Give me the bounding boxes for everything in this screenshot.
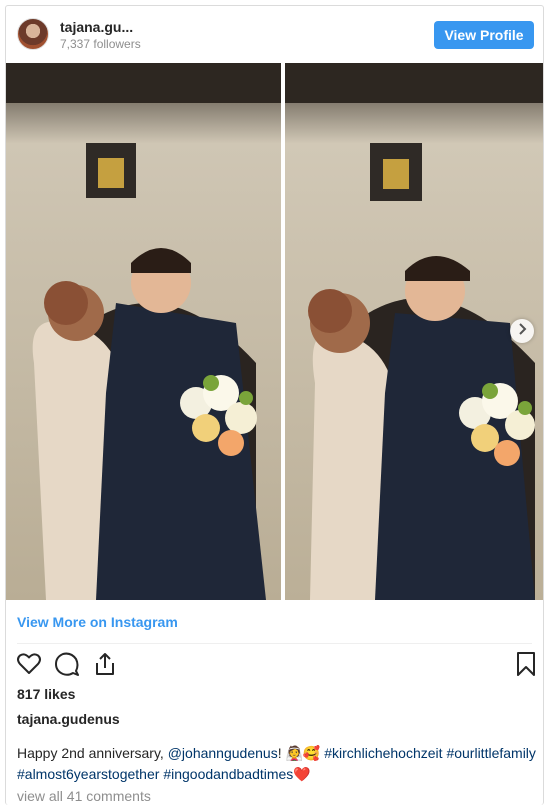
username[interactable]: tajana.gu... [60,19,141,36]
action-bar [16,651,536,679]
share-icon[interactable] [92,651,118,677]
post-header: tajana.gu... 7,337 followers View Profil… [6,6,543,62]
post-owner-username[interactable]: tajana.gudenus [17,711,120,727]
follower-count: 7,337 followers [60,37,141,51]
caption-text: Happy 2nd anniversary, [17,745,168,761]
view-profile-button[interactable]: View Profile [434,21,534,49]
heart-icon[interactable] [16,651,42,677]
hashtag-almost6yearstogether[interactable]: #almost6yearstogether [17,766,159,782]
view-all-comments-link[interactable]: view all 41 comments [17,788,151,804]
wedding-photo-1 [6,63,281,600]
comment-icon[interactable] [54,651,80,677]
instagram-embed-card: tajana.gu... 7,337 followers View Profil… [5,5,544,805]
user-block: tajana.gu... 7,337 followers [60,19,141,52]
hashtag-ourlittlefamily[interactable]: #ourlittlefamily [446,745,535,761]
post-media-carousel[interactable] [6,63,543,600]
post-caption: Happy 2nd anniversary, @johanngudenus! 👰… [17,743,537,785]
avatar[interactable] [17,18,49,50]
red-heart-emoji: ❤️ [293,766,311,782]
hashtag-kirchlichehochzeit[interactable]: #kirchlichehochzeit [324,745,442,761]
carousel-next-button[interactable] [510,319,534,343]
chevron-right-icon [517,322,527,340]
divider [17,643,532,644]
view-more-on-instagram-link[interactable]: View More on Instagram [17,614,178,630]
caption-text-emoji: ! 👰🥰 [277,745,325,761]
bookmark-icon[interactable] [516,651,536,677]
wedding-photo-2 [285,63,543,600]
hashtag-ingoodandbadtimes[interactable]: #ingoodandbadtimes [163,766,293,782]
like-count[interactable]: 817 likes [17,686,75,702]
caption-mention[interactable]: @johanngudenus [168,745,278,761]
